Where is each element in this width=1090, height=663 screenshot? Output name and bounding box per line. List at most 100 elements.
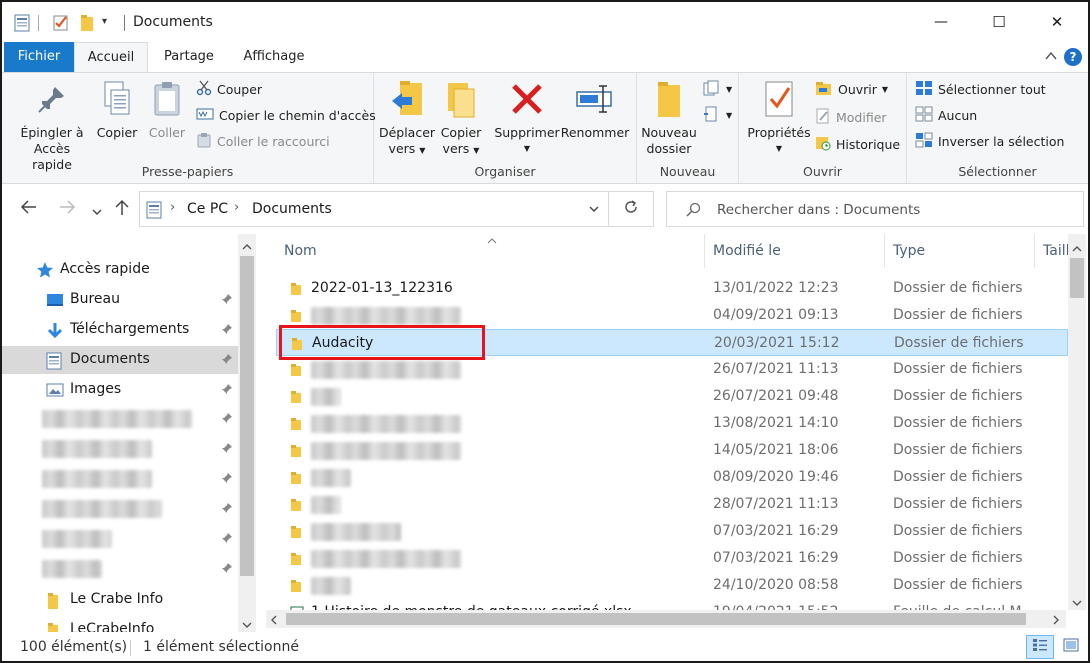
table-row[interactable]: 14/05/2021 18:06 Dossier de fichiers: [276, 437, 1068, 464]
pinned-icon[interactable]: [221, 353, 233, 369]
properties-button[interactable]: Propriétés ▼: [743, 77, 815, 157]
address-bar[interactable]: › Ce PC › Documents: [139, 191, 609, 227]
column-header-type[interactable]: Type: [893, 243, 925, 259]
table-row[interactable]: 04/09/2021 09:13 Dossier de fichiers: [276, 302, 1068, 329]
column-header-size[interactable]: Taill: [1043, 243, 1069, 259]
table-row[interactable]: 08/09/2020 19:46 Dossier de fichiers: [276, 464, 1068, 491]
nav-scroll-thumb[interactable]: [240, 256, 254, 576]
copy-path-button[interactable]: Copier le chemin d'accès: [196, 105, 376, 125]
column-divider[interactable]: [1034, 234, 1035, 268]
maximize-button[interactable]: ☐: [976, 2, 1022, 42]
tab-affichage[interactable]: Affichage: [234, 42, 314, 72]
blurred-nav-item[interactable]: [42, 410, 192, 428]
history-button[interactable]: Historique: [815, 134, 900, 154]
pinned-icon[interactable]: [221, 532, 233, 548]
select-all-button[interactable]: Sélectionner tout: [915, 79, 1046, 99]
recent-locations-chevron-icon[interactable]: [91, 202, 103, 221]
blurred-nav-item[interactable]: [42, 470, 152, 488]
pinned-icon[interactable]: [221, 502, 233, 518]
help-icon[interactable]: ?: [1064, 48, 1082, 66]
pinned-icon[interactable]: [221, 442, 233, 458]
cut-button[interactable]: Couper: [196, 79, 262, 99]
address-dropdown-icon[interactable]: [588, 203, 600, 218]
blurred-nav-item[interactable]: [42, 440, 152, 458]
breadcrumb-documents[interactable]: Documents: [252, 201, 332, 217]
nav-scrollbar[interactable]: [238, 234, 256, 632]
pinned-icon[interactable]: [221, 293, 233, 309]
table-row[interactable]: 26/07/2021 11:13 Dossier de fichiers: [276, 356, 1068, 383]
table-row[interactable]: 28/07/2021 11:13 Dossier de fichiers: [276, 491, 1068, 518]
nav-quick-access[interactable]: Accès rapide: [2, 256, 238, 284]
column-header-modified[interactable]: Modifié le: [713, 243, 781, 259]
tab-partage[interactable]: Partage: [152, 42, 226, 72]
file-list-scroll-thumb[interactable]: [1070, 258, 1084, 298]
file-list-scrollbar[interactable]: [1068, 234, 1086, 610]
pinned-icon[interactable]: [221, 562, 233, 578]
forward-arrow-icon[interactable]: [58, 199, 76, 219]
nav-images[interactable]: Images: [2, 376, 238, 404]
back-arrow-icon[interactable]: [20, 199, 38, 219]
pinned-icon[interactable]: [221, 412, 233, 428]
column-divider[interactable]: [704, 234, 705, 268]
table-row[interactable]: 2022-01-13_122316 13/01/2022 12:23 Dossier…: [276, 275, 1068, 302]
properties-quick-icon[interactable]: [14, 14, 30, 32]
table-row[interactable]: 13/08/2021 14:10 Dossier de fichiers: [276, 410, 1068, 437]
checkmark-quick-icon[interactable]: [52, 14, 70, 32]
scroll-up-icon[interactable]: [242, 240, 252, 255]
copy-to-button[interactable]: Copier vers ▼: [436, 77, 486, 159]
close-button[interactable]: ✕: [1034, 2, 1080, 42]
select-none-button[interactable]: Aucun: [915, 105, 977, 125]
up-arrow-icon[interactable]: [114, 199, 130, 221]
scroll-down-icon[interactable]: [242, 618, 252, 632]
paste-shortcut-button[interactable]: Coller le raccourci: [196, 131, 330, 151]
scroll-right-icon[interactable]: [1052, 614, 1060, 629]
refresh-button[interactable]: [608, 191, 654, 227]
move-to-button[interactable]: Déplacer vers ▼: [378, 77, 436, 159]
invert-selection-button[interactable]: Inverser la sélection: [915, 131, 1064, 151]
new-item-button[interactable]: ▼: [703, 79, 732, 99]
pinned-icon[interactable]: [221, 323, 233, 339]
table-row[interactable]: 26/07/2021 09:48 Dossier de fichiers: [276, 383, 1068, 410]
horizontal-scrollbar[interactable]: [266, 610, 1066, 628]
minimize-button[interactable]: —: [918, 2, 964, 42]
breadcrumb-separator-icon[interactable]: ›: [234, 200, 239, 215]
folder-quick-icon[interactable]: [80, 14, 96, 32]
table-row[interactable]: Audacity 20/03/2021 15:12 Dossier de fichi…: [276, 329, 1068, 356]
blurred-nav-item[interactable]: [42, 500, 162, 518]
table-row[interactable]: 24/10/2020 08:58 Dossier de fichiers: [276, 572, 1068, 599]
nav-bureau[interactable]: Bureau: [2, 286, 238, 314]
pinned-icon[interactable]: [221, 472, 233, 488]
horizontal-scroll-thumb[interactable]: [286, 613, 1026, 625]
search-box[interactable]: Rechercher dans : Documents: [666, 191, 1084, 227]
table-row[interactable]: 07/03/2021 16:29 Dossier de fichiers: [276, 518, 1068, 545]
scroll-up-icon[interactable]: [1072, 242, 1082, 257]
pinned-icon[interactable]: [221, 383, 233, 399]
scroll-down-icon[interactable]: [1072, 596, 1082, 611]
scroll-left-icon[interactable]: [270, 614, 278, 629]
paste-button[interactable]: Coller: [144, 77, 190, 141]
tab-accueil[interactable]: Accueil: [74, 42, 148, 73]
nav-documents[interactable]: Documents: [2, 346, 238, 374]
pin-quick-access-button[interactable]: Épingler à Accès rapide: [12, 77, 92, 173]
column-header-name[interactable]: Nom: [284, 243, 317, 259]
copy-button[interactable]: Copier: [94, 77, 140, 141]
nav-telechargements[interactable]: Téléchargements: [2, 316, 238, 344]
nav-le-crabe-info[interactable]: Le Crabe Info: [2, 586, 238, 614]
easy-access-button[interactable]: ▼: [703, 105, 732, 125]
edit-button[interactable]: Modifier: [815, 107, 887, 127]
delete-button[interactable]: Supprimer ▼: [492, 77, 562, 157]
customize-quick-access-icon[interactable]: ▾: [102, 16, 107, 34]
new-folder-button[interactable]: Nouveau dossier: [639, 77, 699, 157]
table-row[interactable]: 07/03/2021 16:29 Dossier de fichiers: [276, 545, 1068, 572]
column-divider[interactable]: [884, 234, 885, 268]
rename-button[interactable]: Renommer: [560, 77, 630, 141]
collapse-ribbon-icon[interactable]: [1044, 49, 1058, 67]
breadcrumb-separator-icon[interactable]: ›: [170, 200, 175, 215]
nav-lecrabeinfo[interactable]: LeCrabeInfo: [2, 616, 238, 632]
breadcrumb-ce-pc[interactable]: Ce PC: [187, 201, 228, 217]
blurred-nav-item[interactable]: [42, 530, 112, 548]
open-button[interactable]: Ouvrir ▼: [815, 79, 888, 99]
tab-fichier[interactable]: Fichier: [4, 42, 74, 72]
large-icons-view-button[interactable]: [1058, 635, 1084, 659]
details-view-button[interactable]: [1026, 635, 1054, 659]
